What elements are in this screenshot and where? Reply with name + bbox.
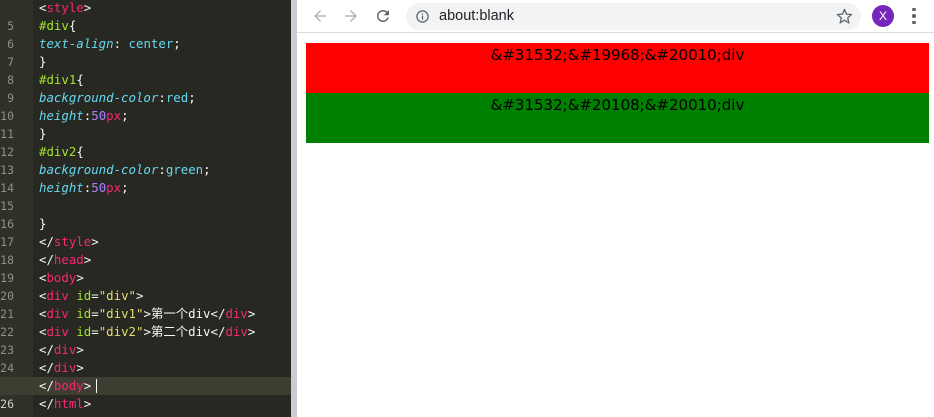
code-line[interactable]: 13 #div2{ [0, 143, 291, 177]
code-text: </head> [39, 252, 92, 267]
code-text: height:50px; [39, 108, 129, 123]
code-line[interactable]: 16 [0, 197, 291, 231]
code-line-active[interactable]: 26 </body> [0, 377, 291, 411]
code-text: background-color:red; [39, 90, 196, 105]
code-line[interactable]: 14 background-color:green; [0, 161, 291, 195]
second-div-block: &#31532;&#20108;&#20010;div [306, 93, 929, 143]
code-text: <body> [39, 270, 84, 285]
menu-dot [912, 20, 916, 25]
code-text: height:50px; [39, 180, 129, 195]
code-line[interactable]: 5 <style> [0, 0, 291, 33]
code-line[interactable]: 24 </div> [0, 341, 291, 375]
star-icon[interactable] [836, 8, 853, 25]
code-text: <div id="div2">第二个div</div> [39, 324, 256, 339]
back-button[interactable] [307, 4, 333, 28]
code-text: #div{ [39, 18, 77, 33]
code-text: <div id="div1">第一个div</div> [39, 306, 256, 321]
text-caret [96, 379, 97, 393]
first-div-block: &#31532;&#19968;&#20010;div [306, 43, 929, 93]
code-line[interactable]: 23 <div id="div2">第二个div</div> [0, 323, 291, 357]
more-vertical-icon[interactable] [905, 5, 923, 27]
code-line[interactable]: 17 } [0, 215, 291, 249]
code-text: </style> [39, 234, 99, 249]
code-text: </div> [39, 360, 84, 375]
code-text: } [39, 126, 47, 141]
code-text: background-color:green; [39, 162, 211, 177]
outer-div: &#31532;&#19968;&#20010;div &#31532;&#20… [306, 43, 929, 143]
menu-dot [912, 14, 916, 18]
code-line[interactable]: 9 #div1{ [0, 71, 291, 105]
code-text: <div id="div"> [39, 288, 144, 303]
code-text: text-align: center; [39, 36, 181, 51]
code-text: </div> [39, 342, 84, 357]
browser-toolbar: about:blank X [297, 0, 934, 33]
code-line[interactable]: 8 } [0, 53, 291, 87]
menu-dot [912, 7, 916, 12]
address-bar[interactable]: about:blank [406, 3, 861, 30]
code-line[interactable]: 20 <body> [0, 269, 291, 303]
arrow-back-icon [314, 10, 326, 22]
code-line[interactable]: 11 height:50px; [0, 107, 291, 141]
code-line[interactable]: 10 background-color:red; [0, 89, 291, 123]
code-lines[interactable]: 5 <style> 6 #div{ 7 text-align: center; … [0, 0, 291, 417]
forward-button[interactable] [338, 4, 364, 28]
code-text: <style> [39, 0, 92, 15]
code-line[interactable]: 22 <div id="div1">第一个div</div> [0, 305, 291, 339]
code-line[interactable]: 18 </style> [0, 233, 291, 267]
code-line[interactable]: 6 #div{ [0, 17, 291, 51]
code-text: #div1{ [39, 72, 84, 87]
reload-button[interactable] [370, 4, 396, 28]
reload-icon [377, 9, 389, 22]
code-line[interactable]: 15 height:50px; [0, 179, 291, 213]
page-viewport: &#31532;&#19968;&#20010;div &#31532;&#20… [297, 34, 934, 417]
code-text: } [39, 216, 47, 231]
code-text: </html> [39, 396, 92, 411]
arrow-forward-icon [345, 10, 357, 22]
code-text: #div2{ [39, 144, 84, 159]
url-text[interactable]: about:blank [439, 8, 514, 25]
code-editor[interactable]: 5 <style> 6 #div{ 7 text-align: center; … [0, 0, 291, 417]
code-text: </body> [39, 378, 92, 393]
profile-avatar[interactable]: X [872, 5, 894, 27]
code-text: } [39, 54, 47, 69]
browser-window: about:blank X &#31532;&#19968;&#20010;di… [297, 0, 934, 417]
code-line[interactable]: 12 } [0, 125, 291, 159]
info-icon[interactable] [415, 9, 430, 24]
code-line[interactable]: 25 </div> [0, 359, 291, 393]
code-line[interactable]: 7 text-align: center; [0, 35, 291, 69]
code-line[interactable]: 19 </head> [0, 251, 291, 285]
line-number: 27 [0, 413, 14, 417]
code-line[interactable]: 21 <div id="div"> [0, 287, 291, 321]
code-line[interactable]: 27 </html> [0, 395, 291, 417]
